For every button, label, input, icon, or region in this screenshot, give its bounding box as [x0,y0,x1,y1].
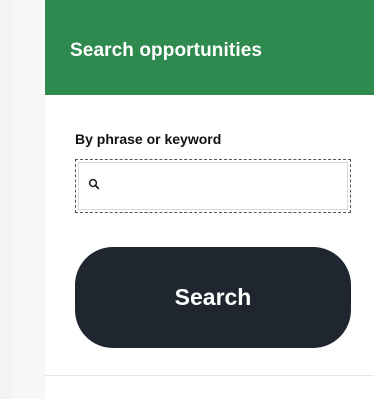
search-button[interactable]: Search [75,247,351,348]
card-header: Search opportunities [45,0,374,95]
card-title: Search opportunities [70,40,263,61]
search-label: By phrase or keyword [75,131,222,147]
lower-card [45,376,374,399]
search-opportunities-card: Search opportunities By phrase or keywor… [45,0,374,399]
search-input[interactable] [108,168,348,206]
search-box[interactable] [75,159,351,213]
search-icon [88,178,100,190]
left-gutter [0,0,12,399]
search-panel: By phrase or keyword Search [45,95,374,376]
